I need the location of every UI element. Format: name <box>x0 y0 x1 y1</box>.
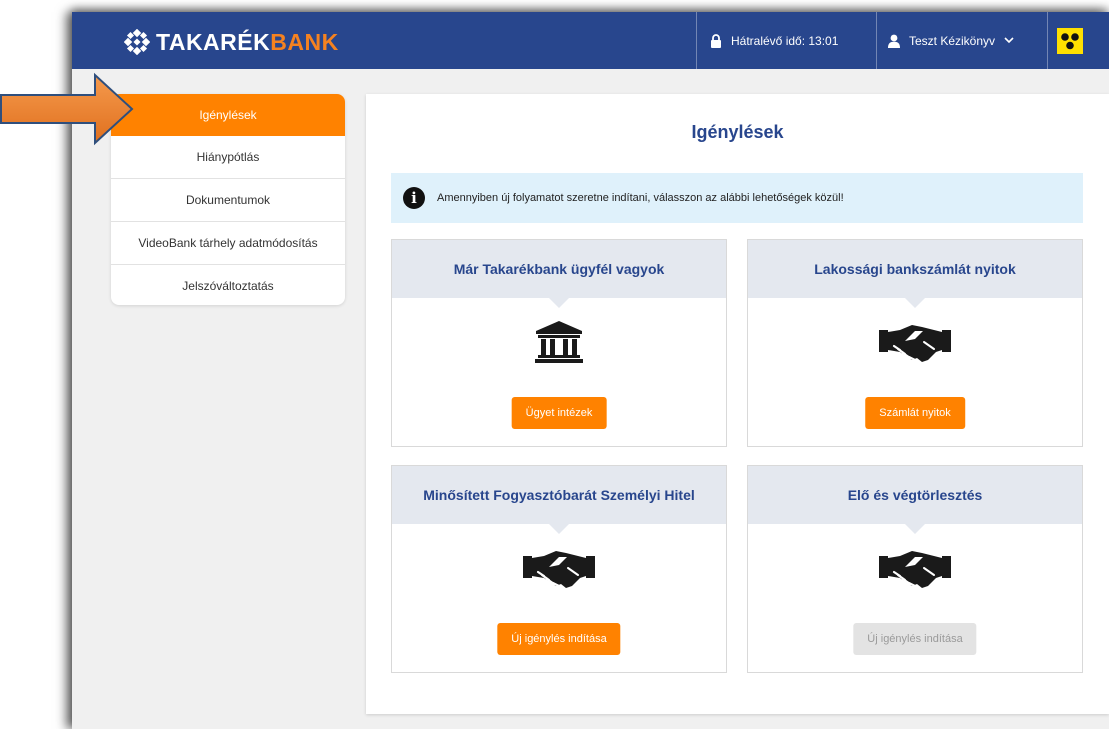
new-application-button-disabled: Új igénylés indítása <box>853 623 977 655</box>
card-title: Lakossági bankszámlát nyitok <box>748 240 1082 308</box>
sidebar-item-label: Igénylések <box>199 108 257 122</box>
handshake-icon <box>878 542 952 594</box>
open-account-button[interactable]: Számlát nyitok <box>865 397 965 429</box>
page-title: Igénylések <box>691 122 784 142</box>
logo-text: TAKARÉKBANK <box>156 29 339 55</box>
sidebar-item-videobank[interactable]: VideoBank tárhely adatmódosítás <box>111 222 345 265</box>
session-timer: Hátralévő idő: 13:01 <box>710 12 838 69</box>
main-panel: Igénylések i Amennyiben új folyamatot sz… <box>366 94 1109 714</box>
card-title: Minősített Fogyasztóbarát Személyi Hitel <box>392 466 726 534</box>
accessibility-icon <box>1061 33 1079 50</box>
user-name: Teszt Kézikönyv <box>909 33 996 48</box>
sidebar-item-dokumentumok[interactable]: Dokumentumok <box>111 179 345 222</box>
logo-text-part2: BANK <box>270 29 339 55</box>
handshake-icon <box>522 542 596 594</box>
sidebar-item-hianypotlas[interactable]: Hiánypótlás <box>111 136 345 179</box>
bank-icon <box>522 316 596 368</box>
logo-mark-icon <box>124 29 150 55</box>
top-bar: TAKARÉKBANK Hátralévő idő: 13:01 Teszt K… <box>72 12 1109 69</box>
sidebar-item-label: Hiánypótlás <box>196 150 260 164</box>
header-divider <box>696 12 697 69</box>
card-title: Már Takarékbank ügyfél vagyok <box>392 240 726 308</box>
takarekbank-logo[interactable]: TAKARÉKBANK <box>124 29 339 55</box>
header-divider <box>876 12 877 69</box>
header-divider <box>1047 12 1048 69</box>
timer-label: Hátralévő idő: 13:01 <box>731 33 839 48</box>
logo-text-part1: TAKARÉK <box>156 29 271 55</box>
option-card-personal-loan: Minősített Fogyasztóbarát Személyi Hitel… <box>391 465 727 673</box>
option-card-prepayment: Elő és végtörlesztés Új igénylés indítás… <box>747 465 1083 673</box>
manage-case-button[interactable]: Ügyet intézek <box>511 397 607 429</box>
new-application-button[interactable]: Új igénylés indítása <box>497 623 621 655</box>
card-title: Elő és végtörlesztés <box>748 466 1082 534</box>
accessibility-button[interactable] <box>1057 28 1083 54</box>
option-card-existing-client: Már Takarékbank ügyfél vagyok Ügyet inté… <box>391 239 727 447</box>
sidebar-item-igenylesek[interactable]: Igénylések <box>111 94 345 136</box>
info-text: Amennyiben új folyamatot szeretne indíta… <box>437 192 844 204</box>
chevron-down-icon <box>1004 37 1014 44</box>
annotation-arrow-icon <box>0 72 134 146</box>
sidebar-item-label: VideoBank tárhely adatmódosítás <box>138 236 318 250</box>
lock-icon <box>711 33 721 48</box>
info-icon: i <box>403 187 425 209</box>
handshake-icon <box>878 316 952 368</box>
sidebar-item-label: Jelszóváltoztatás <box>182 279 274 293</box>
user-icon <box>888 34 900 48</box>
sidebar-item-jelszovaltoztatas[interactable]: Jelszóváltoztatás <box>111 265 345 305</box>
sidebar-menu: Igénylések Hiánypótlás Dokumentumok Vide… <box>111 94 345 305</box>
info-banner: i Amennyiben új folyamatot szeretne indí… <box>391 173 1083 223</box>
user-menu[interactable]: Teszt Kézikönyv <box>888 12 1014 69</box>
option-card-open-account: Lakossági bankszámlát nyitok Számlát nyi… <box>747 239 1083 447</box>
app-window: TAKARÉKBANK Hátralévő idő: 13:01 Teszt K… <box>72 12 1109 729</box>
sidebar-item-label: Dokumentumok <box>185 193 271 207</box>
